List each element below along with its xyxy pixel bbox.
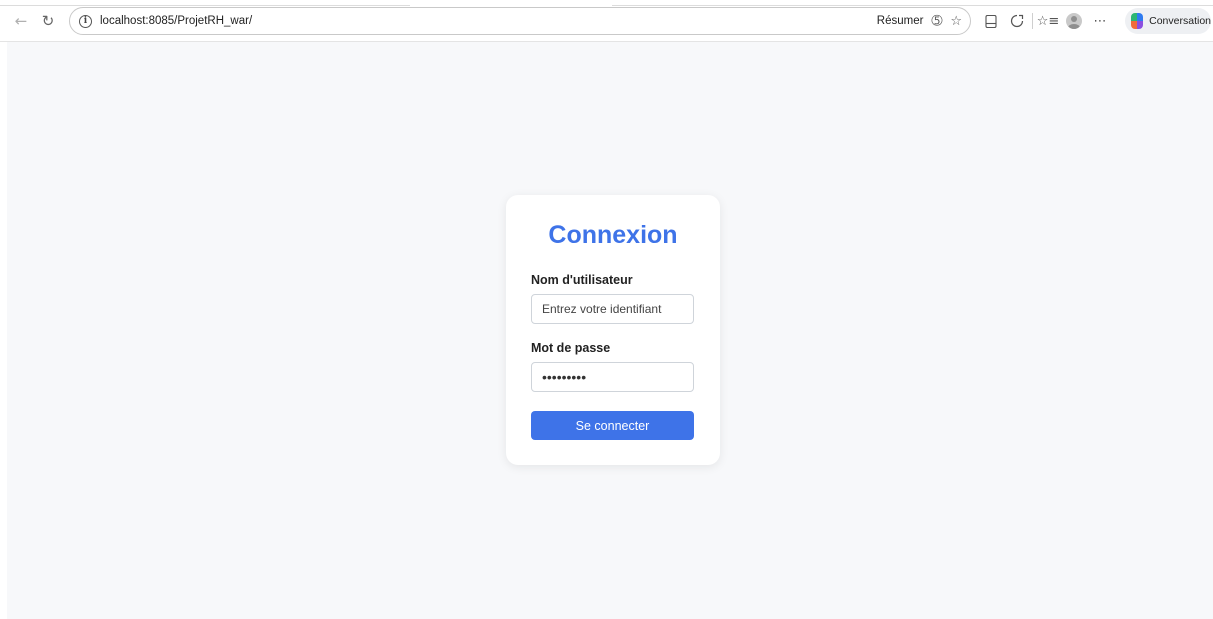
more-icon[interactable]: ⋯ <box>1087 8 1113 34</box>
read-aloud-icon[interactable]: ➄ <box>931 15 942 28</box>
profile-button[interactable] <box>1061 8 1087 34</box>
tab-divider <box>612 5 1213 6</box>
arrow-left-icon: ← <box>14 12 28 30</box>
address-bar-actions: Résumer ➄ ☆ <box>877 8 962 34</box>
star-icon[interactable]: ☆ <box>950 15 962 28</box>
login-button[interactable]: Se connecter <box>531 411 694 440</box>
username-input[interactable] <box>531 294 694 324</box>
password-input[interactable] <box>531 362 694 392</box>
login-title: Connexion <box>548 221 678 249</box>
url-text[interactable]: localhost:8085/ProjetRH_war/ <box>100 15 252 27</box>
browser-tools: ☆≡ ⋯ <box>978 8 1113 34</box>
conversation-button[interactable]: Conversation <box>1125 8 1211 34</box>
back-button[interactable]: ← <box>10 10 32 32</box>
login-card: Connexion Nom d'utilisateur Mot de passe… <box>506 195 720 465</box>
window-left-edge <box>0 42 7 619</box>
profile-avatar <box>1066 13 1082 29</box>
reload-icon: ↻ <box>41 12 55 30</box>
reload-button[interactable]: ↻ <box>37 10 59 32</box>
copilot-icon <box>1131 13 1144 29</box>
tab-strip-edge <box>0 0 1213 6</box>
favorites-list-icon[interactable]: ☆≡ <box>1035 8 1061 34</box>
tab-divider <box>0 5 410 6</box>
username-label: Nom d'utilisateur <box>531 273 633 287</box>
conversation-label: Conversation <box>1149 15 1211 27</box>
split-screen-icon[interactable] <box>978 8 1004 34</box>
info-icon[interactable]: i <box>79 14 92 28</box>
address-bar[interactable]: i localhost:8085/ProjetRH_war/ Résumer ➄… <box>69 7 971 35</box>
password-label: Mot de passe <box>531 341 611 355</box>
summarize-button[interactable]: Résumer <box>877 15 924 27</box>
toolbar-divider <box>1032 13 1033 29</box>
browser-toolbar: ← ↻ i localhost:8085/ProjetRH_war/ Résum… <box>0 0 1213 42</box>
extensions-icon[interactable] <box>1004 8 1030 34</box>
